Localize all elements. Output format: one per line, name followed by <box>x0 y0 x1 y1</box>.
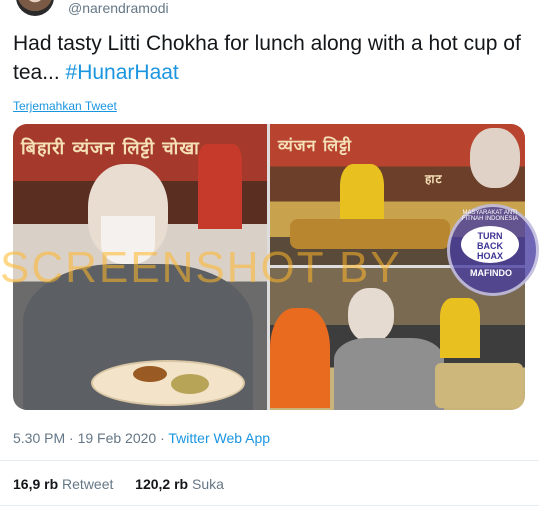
screenshot-watermark: SCREENSHOT BY <box>0 243 402 292</box>
divider <box>0 460 539 461</box>
badge-back: BACK <box>477 241 503 251</box>
badge-hoax: HOAX <box>476 251 503 261</box>
retweet-count[interactable]: 16,9 rb <box>13 476 58 492</box>
retweet-label[interactable]: Retweet <box>62 476 113 492</box>
litti <box>133 366 167 382</box>
author-handle[interactable]: @narendramodi <box>68 0 169 16</box>
tweet-meta: 5.30 PM · 19 Feb 2020 · Twitter Web App <box>13 430 270 446</box>
badge-ring-text: MASYARAKAT ANTI FITNAH INDONESIA <box>461 210 519 222</box>
author-avatar[interactable] <box>16 0 54 16</box>
meta-separator: · <box>156 430 169 446</box>
hashtag-link[interactable]: #HunarHaat <box>66 61 179 84</box>
person-head <box>470 128 520 188</box>
like-count[interactable]: 120,2 rb <box>135 476 188 492</box>
yellow-shirt-person <box>440 298 480 358</box>
tweet-stats: 16,9 rb Retweet 120,2 rb Suka <box>13 476 224 492</box>
divider <box>0 505 539 506</box>
tweet-text: Had tasty Litti Chokha for lunch along w… <box>13 29 528 87</box>
chokha <box>171 374 209 394</box>
food-plate <box>91 360 245 406</box>
person-body <box>334 338 444 410</box>
person-head <box>348 288 394 342</box>
vendor-figure <box>198 144 242 229</box>
badge-turn-back-hoax: TURN BACK HOAX <box>461 226 519 263</box>
orange-turban-person <box>270 308 330 408</box>
like-label[interactable]: Suka <box>192 476 224 492</box>
photo-banner-text: बिहारी व्यंजन लिट्टी चोखा <box>21 138 200 159</box>
badge-turn: TURN <box>477 231 503 241</box>
tweet-timestamp[interactable]: 5.30 PM · 19 Feb 2020 <box>13 430 156 446</box>
tweet-source[interactable]: Twitter Web App <box>168 430 270 446</box>
photo-sign-text: हाट <box>425 172 443 186</box>
woven-mat <box>435 363 523 408</box>
photo-banner-text: व्यंजन लिट्टी <box>278 136 353 155</box>
translate-tweet-link[interactable]: Terjemahkan Tweet <box>13 99 117 113</box>
badge-mafindo: MAFINDO <box>470 268 512 278</box>
